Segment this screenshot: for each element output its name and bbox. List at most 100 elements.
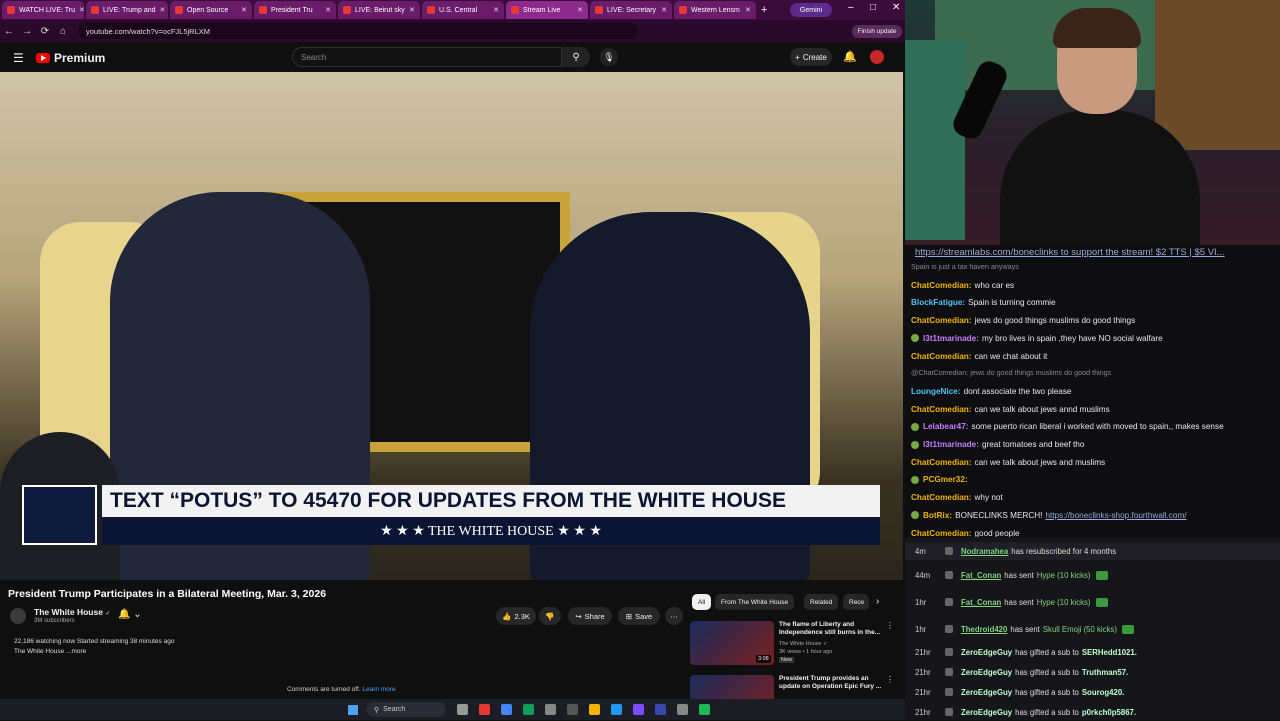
app-icon[interactable] — [677, 704, 688, 715]
chat-username[interactable]: BlockFatigue: — [911, 298, 965, 307]
chip-related[interactable]: Related — [804, 594, 839, 610]
subscribe-bell-icon[interactable]: 🔔 ⌄ — [118, 609, 142, 620]
chip-recent[interactable]: Rece — [843, 594, 869, 610]
browser-tab[interactable]: Open Source ✕ — [170, 1, 252, 19]
chat-message: ChatComedian: jews do good things muslims… — [911, 316, 1135, 325]
more-vert-icon[interactable]: ⋮ — [886, 675, 894, 684]
chat-username[interactable]: ChatComedian: — [911, 493, 972, 502]
home-icon[interactable]: ⌂ — [54, 26, 72, 37]
browser-tab[interactable]: Western Lensm ✕ — [674, 1, 756, 19]
event-username[interactable]: Fat_Conan — [961, 571, 1001, 580]
url-field[interactable]: youtube.com/watch?v=ocFJL5jRLXM — [78, 23, 638, 39]
event-recipient[interactable]: Sourog420. — [1082, 688, 1124, 697]
chat-username[interactable]: ChatComedian: — [911, 352, 972, 361]
chevron-right-icon[interactable]: › — [876, 596, 879, 607]
close-tab-icon[interactable]: ✕ — [661, 6, 667, 14]
chat-username[interactable]: Lelabear47: — [923, 422, 969, 431]
chip-all[interactable]: All — [692, 594, 712, 610]
dislike-button[interactable]: 👎 — [539, 607, 561, 625]
save-button[interactable]: ⊞ Save — [618, 607, 660, 625]
mic-icon[interactable]: 🎙 — [600, 48, 618, 66]
chip-from-channel[interactable]: From The White House — [715, 594, 795, 610]
new-tab-button[interactable]: + — [761, 4, 767, 16]
youtube-logo[interactable]: Premium — [36, 51, 105, 65]
chat-username[interactable]: l3t1tmarinade: — [923, 334, 979, 343]
notifications-bell-icon[interactable]: 🔔 — [843, 50, 857, 63]
chat-username[interactable]: ChatComedian: — [911, 529, 972, 538]
event-username[interactable]: ZeroEdgeGuy — [961, 688, 1012, 697]
chat-username[interactable]: PCGmer32: — [923, 475, 968, 484]
windows-start-icon[interactable] — [348, 704, 358, 715]
chat-username[interactable]: ChatComedian: — [911, 405, 972, 414]
event-username[interactable]: ZeroEdgeGuy — [961, 668, 1012, 677]
promo-link[interactable]: https://streamlabs.com/boneclinks — [915, 247, 1058, 258]
hamburger-menu-icon[interactable]: ☰ — [13, 51, 24, 65]
close-tab-icon[interactable]: ✕ — [325, 6, 331, 14]
recommendation-item[interactable]: 3:08 The flame of Liberty and Independen… — [690, 621, 900, 669]
close-tab-icon[interactable]: ✕ — [79, 6, 84, 14]
search-input[interactable]: Search — [292, 47, 562, 67]
file-explorer-icon[interactable] — [589, 704, 600, 715]
finish-update-button[interactable]: Finish update — [852, 25, 902, 38]
more-vert-icon[interactable]: ⋮ — [886, 621, 894, 630]
gemini-button[interactable]: Gemini — [790, 3, 832, 17]
app-icon[interactable] — [655, 704, 666, 715]
maximize-icon[interactable]: □ — [870, 2, 876, 13]
close-tab-icon[interactable]: ✕ — [493, 6, 499, 14]
minimize-icon[interactable]: – — [848, 2, 854, 13]
close-window-icon[interactable]: ✕ — [892, 2, 900, 13]
chrome-icon[interactable] — [523, 704, 534, 715]
chat-username[interactable]: LoungeNice: — [911, 387, 961, 396]
browser-tab[interactable]: President Tru ✕ — [254, 1, 336, 19]
app-icon[interactable] — [633, 704, 644, 715]
close-tab-icon[interactable]: ✕ — [409, 6, 415, 14]
app-icon[interactable] — [611, 704, 622, 715]
create-button[interactable]: + Create — [790, 48, 832, 66]
channel-name[interactable]: The White House ✓ — [34, 607, 110, 617]
forward-icon[interactable]: → — [18, 26, 36, 37]
back-icon[interactable]: ← — [0, 26, 18, 37]
event-username[interactable]: ZeroEdgeGuy — [961, 708, 1012, 717]
tab-label: Western Lensm — [691, 6, 740, 14]
chat-username[interactable]: ChatComedian: — [911, 281, 972, 290]
like-button[interactable]: 👍 2.3K — [496, 607, 536, 625]
browser-tab[interactable]: U.S. Central ✕ — [422, 1, 504, 19]
learn-more-link[interactable]: Learn more — [362, 686, 395, 693]
event-username[interactable]: ZeroEdgeGuy — [961, 648, 1012, 657]
browser-tab[interactable]: WATCH LIVE: Tru ✕ — [2, 1, 84, 19]
chat-username[interactable]: BotRix: — [923, 511, 952, 520]
app-icon[interactable] — [479, 704, 490, 715]
chat-username[interactable]: ChatComedian: — [911, 458, 972, 467]
chat-link[interactable]: https://boneclinks-shop.fourthwall.com/ — [1045, 511, 1186, 520]
close-tab-icon[interactable]: ✕ — [160, 6, 166, 14]
app-icon[interactable] — [567, 704, 578, 715]
recommendation-item[interactable]: President Trump provides an update on Op… — [690, 675, 900, 699]
close-tab-icon[interactable]: ✕ — [241, 6, 247, 14]
browser-tab[interactable]: LIVE: Trump and ✕ — [86, 1, 168, 19]
chat-username[interactable]: l3t1tmarinade: — [923, 440, 979, 449]
search-button[interactable]: ⚲ — [562, 47, 590, 67]
browser-tab[interactable]: Stream Live ✕ — [506, 1, 588, 19]
reload-icon[interactable]: ⟳ — [36, 26, 54, 37]
event-username[interactable]: Thedroid420 — [961, 625, 1007, 634]
app-icon[interactable] — [545, 704, 556, 715]
channel-avatar[interactable] — [10, 608, 26, 624]
chat-username[interactable]: ChatComedian: — [911, 316, 972, 325]
browser-tab[interactable]: LIVE: Beirut sky ✕ — [338, 1, 420, 19]
spotify-icon[interactable] — [699, 704, 710, 715]
event-username[interactable]: Nodramahea — [961, 547, 1008, 556]
event-username[interactable]: Fat_Conan — [961, 598, 1001, 607]
event-recipient[interactable]: Truthman57. — [1082, 668, 1128, 677]
more-actions-button[interactable]: ⋯ — [665, 607, 683, 625]
description-box[interactable]: 22,186 watching now Started streaming 38… — [8, 637, 678, 663]
chrome-icon[interactable] — [501, 704, 512, 715]
close-tab-icon[interactable]: ✕ — [745, 6, 751, 14]
task-view-icon[interactable] — [457, 704, 468, 715]
event-recipient[interactable]: p0rkch0p5867. — [1082, 708, 1136, 717]
taskbar-search[interactable]: ⚲ Search — [366, 702, 446, 717]
browser-tab[interactable]: LIVE: Secretary ✕ — [590, 1, 672, 19]
event-recipient[interactable]: SERHedd1021. — [1082, 648, 1137, 657]
avatar[interactable] — [870, 50, 884, 64]
share-button[interactable]: ↪ Share — [568, 607, 612, 625]
close-tab-icon[interactable]: ✕ — [577, 6, 583, 14]
